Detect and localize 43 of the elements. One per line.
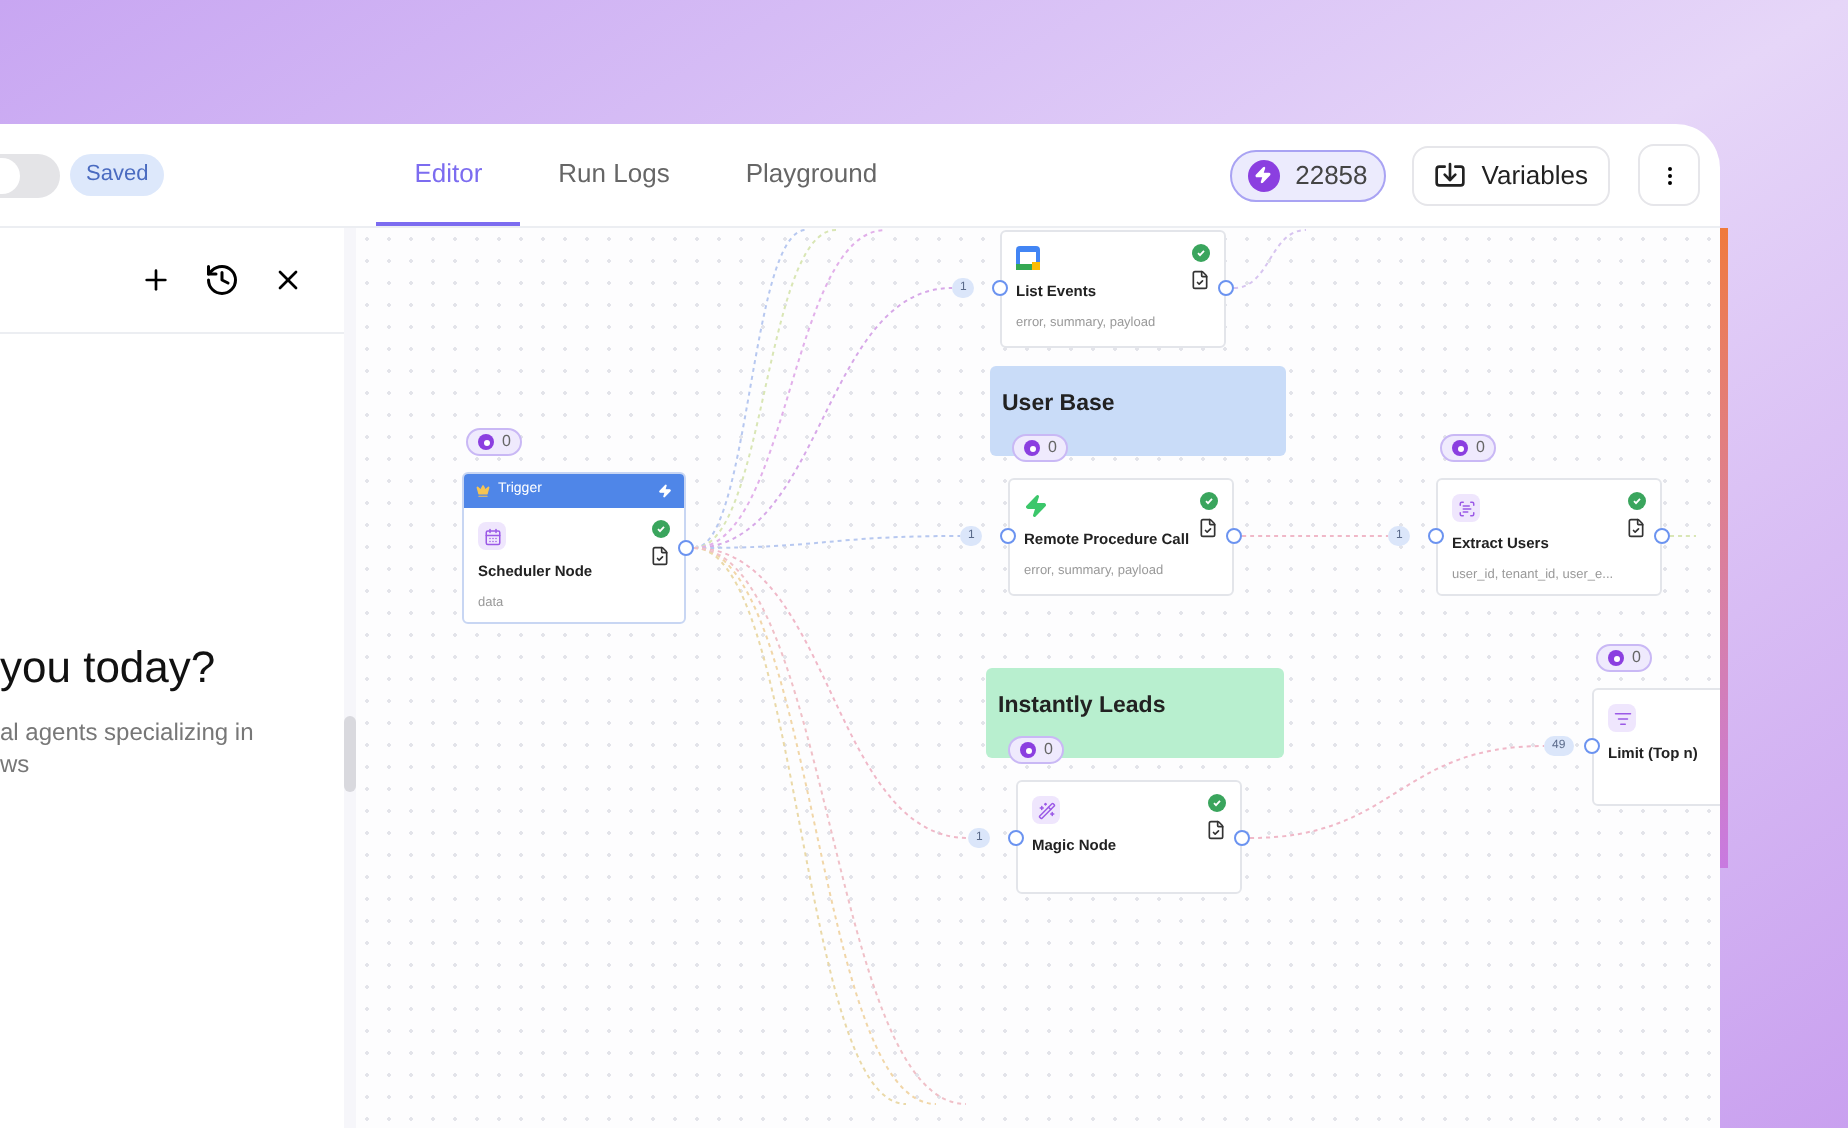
saved-badge: Saved [70,154,165,196]
group-title: User Base [1002,392,1115,416]
calendar-icon [1016,246,1040,270]
group-title: Instantly Leads [998,694,1166,718]
input-port[interactable] [992,280,1008,296]
document-icon [1626,518,1646,538]
bolt-icon [1247,159,1280,191]
run-count-badge: 0 [1012,434,1069,462]
input-port[interactable] [1008,830,1024,846]
calendar-icon [478,522,506,550]
input-port[interactable] [1428,528,1444,544]
variables-button[interactable]: Variables [1411,145,1610,205]
crown-icon [476,484,490,498]
tab[interactable]: Run Logs [520,124,708,226]
output-port[interactable] [1226,528,1242,544]
run-count-badge: 0 [1440,434,1497,462]
text-scan-icon [1452,494,1480,522]
run-count-badge: 0 [1596,644,1653,672]
history-icon[interactable] [204,262,240,298]
input-port[interactable] [1000,528,1016,544]
bolt-icon [658,484,672,498]
filter-icon [1608,704,1636,732]
document-icon [1198,518,1218,538]
wand-icon [1032,796,1060,824]
toggle-switch[interactable] [0,153,60,197]
output-port[interactable] [1234,830,1250,846]
input-port[interactable] [1584,738,1600,754]
welcome-description: al agents specializing in ws [0,716,256,780]
import-icon [1433,159,1466,191]
output-port[interactable] [1218,280,1234,296]
document-icon [650,546,670,566]
run-count-badge: 0 [1008,736,1065,764]
document-icon [1190,270,1210,290]
add-icon[interactable] [140,264,172,296]
output-port[interactable] [678,540,694,556]
output-port[interactable] [1654,528,1670,544]
credits-pill[interactable]: 22858 [1229,149,1386,201]
scrollbar-thumb[interactable] [344,716,356,792]
run-count-badge: 0 [466,428,523,456]
bolt-icon [1024,494,1048,518]
tab[interactable]: Playground [707,124,916,226]
document-icon [1206,820,1226,840]
welcome-heading: you today? [0,640,218,696]
